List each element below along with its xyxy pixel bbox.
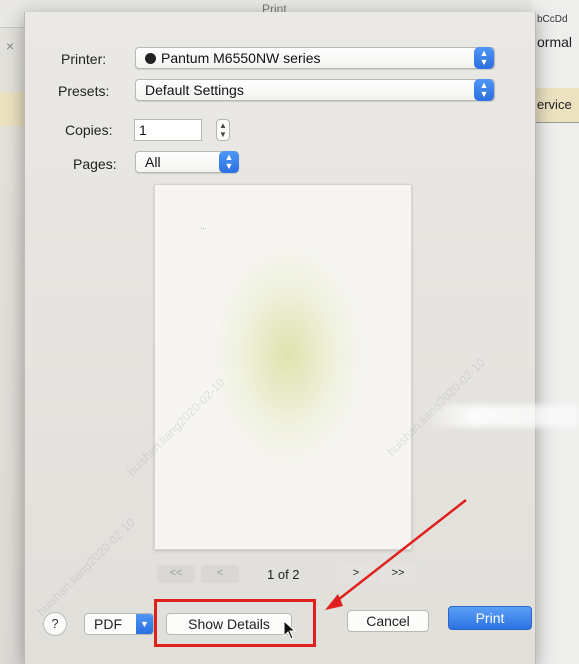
chevron-up-down-icon[interactable]: ▲ ▼ (474, 79, 494, 101)
first-page-button[interactable]: << (157, 565, 195, 583)
print-button[interactable]: Print (448, 606, 532, 630)
background-divider (532, 122, 579, 123)
printer-value: Pantum M6550NW series (161, 50, 321, 66)
previous-page-button[interactable]: < (201, 565, 239, 583)
pages-label: Pages: (73, 156, 117, 172)
last-page-button[interactable]: >> (379, 565, 417, 583)
page-indicator: 1 of 2 (267, 567, 300, 582)
copies-label: Copies: (65, 122, 113, 138)
background-text: ormal (537, 34, 573, 50)
screen-glare (424, 405, 579, 427)
printer-popup[interactable]: Pantum M6550NW series (135, 47, 495, 69)
print-sheet: Printer: Pantum M6550NW series ▲ ▼ Preset… (24, 12, 536, 664)
chevron-up-down-icon[interactable]: ▲ ▼ (219, 151, 239, 173)
chevron-up-down-icon[interactable]: ▲ ▼ (474, 47, 494, 69)
next-page-button[interactable]: > (337, 565, 375, 583)
preview-content (213, 245, 363, 465)
presets-label: Presets: (58, 83, 110, 99)
copies-stepper[interactable]: ▲ ▼ (216, 119, 230, 141)
printer-label: Printer: (61, 51, 107, 67)
preview-text: ... (201, 225, 207, 231)
chevron-down-icon[interactable]: ▼ (136, 614, 153, 634)
cancel-button[interactable]: Cancel (347, 610, 429, 632)
mouse-pointer-icon (283, 620, 297, 640)
close-icon[interactable]: × (6, 38, 14, 54)
pdf-menu-button[interactable]: PDF ▼ (84, 613, 154, 635)
background-text: ervice (537, 97, 572, 112)
printer-status-icon (145, 53, 156, 64)
pages-value: All (145, 154, 161, 170)
presets-popup[interactable]: Default Settings (135, 79, 495, 101)
presets-value: Default Settings (145, 82, 244, 98)
print-preview-page: ... (154, 184, 412, 550)
copies-field[interactable]: 1 (134, 119, 202, 141)
pdf-label: PDF (94, 616, 122, 632)
background-highlight-band (0, 92, 24, 126)
background-text: bCcDd (537, 14, 568, 25)
